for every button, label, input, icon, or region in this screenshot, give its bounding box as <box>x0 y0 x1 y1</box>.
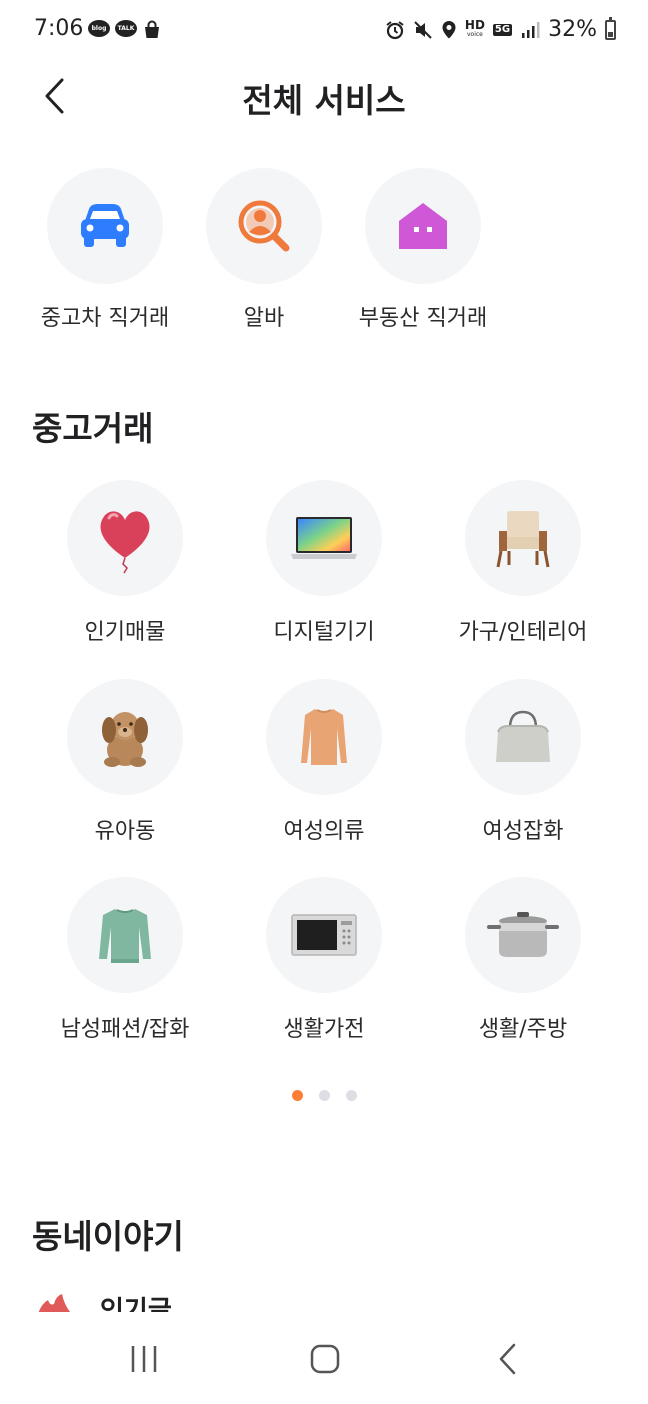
category-label: 여성잡화 <box>482 819 564 844</box>
home-button[interactable] <box>295 1342 355 1376</box>
category-circle <box>67 877 183 993</box>
mute-icon <box>414 20 432 39</box>
category-label: 디지털기기 <box>273 620 375 645</box>
laptop-icon <box>291 517 357 559</box>
system-nav-bar <box>0 1312 648 1404</box>
network-type: 5G <box>492 23 513 36</box>
car-icon <box>81 204 129 247</box>
category-circle <box>465 877 581 993</box>
shopping-bag-icon <box>145 20 159 38</box>
status-bar: 7:06 blog TALK HD voice 5G 32% <box>0 0 648 62</box>
service-real-estate[interactable]: 부동산 직거래 <box>333 168 513 332</box>
service-label: 알바 <box>243 306 285 331</box>
page-title: 전체 서비스 <box>242 81 406 120</box>
cooking-pot-icon <box>487 912 559 957</box>
page-dot-3[interactable] <box>345 1090 357 1101</box>
sweater-icon <box>301 709 347 765</box>
category-label: 생활/주방 <box>478 1017 568 1042</box>
category-label: 인기매물 <box>84 620 166 645</box>
category-digital[interactable]: 디지털기기 <box>224 480 424 646</box>
house-icon <box>399 203 447 249</box>
service-part-time-job[interactable]: 알바 <box>174 168 354 332</box>
category-circle <box>266 480 382 596</box>
blog-icon: blog <box>88 20 110 37</box>
category-furniture[interactable]: 가구/인테리어 <box>423 480 623 646</box>
service-circle <box>365 168 481 284</box>
category-womens-clothing[interactable]: 여성의류 <box>224 679 424 845</box>
heart-balloon-icon <box>100 511 150 574</box>
service-circle <box>206 168 322 284</box>
battery-icon <box>605 16 616 40</box>
flame-icon <box>38 1294 70 1312</box>
category-circle <box>465 679 581 795</box>
job-search-icon <box>238 200 290 252</box>
service-circle <box>47 168 163 284</box>
signal-icon <box>522 21 540 38</box>
category-label: 여성의류 <box>283 819 365 844</box>
status-time: 7:06 <box>34 16 84 41</box>
category-kitchen[interactable]: 생활/주방 <box>423 877 623 1043</box>
location-icon <box>442 20 456 38</box>
notification-icons: blog TALK <box>88 20 162 40</box>
home-icon <box>310 1344 340 1374</box>
hd-voice-icon: HD voice <box>464 17 485 38</box>
microwave-icon <box>291 914 357 956</box>
category-womens-accessories[interactable]: 여성잡화 <box>423 679 623 845</box>
system-back-button[interactable] <box>478 1342 538 1376</box>
category-label: 생활가전 <box>283 1017 365 1042</box>
back-icon <box>499 1343 516 1375</box>
category-circle <box>266 679 382 795</box>
page-dot-1[interactable] <box>291 1090 303 1101</box>
talk-icon: TALK <box>115 20 137 37</box>
battery-percent: 32% <box>548 17 597 42</box>
service-used-car[interactable]: 중고차 직거래 <box>15 168 195 332</box>
handbag-icon <box>496 710 550 762</box>
category-label: 유아동 <box>94 819 156 844</box>
recent-apps-button[interactable] <box>114 1342 174 1376</box>
service-label: 중고차 직거래 <box>40 306 170 331</box>
section-title-neighborhood: 동네이야기 <box>32 1217 184 1256</box>
alarm-icon <box>386 20 404 39</box>
category-mens-fashion[interactable]: 남성패션/잡화 <box>25 877 225 1043</box>
category-label: 가구/인테리어 <box>458 620 588 645</box>
category-popular[interactable]: 인기매물 <box>25 480 225 646</box>
armchair-icon <box>496 511 550 568</box>
category-circle <box>465 480 581 596</box>
page-dot-2[interactable] <box>318 1090 330 1101</box>
category-kids[interactable]: 유아동 <box>25 679 225 845</box>
category-home-appliances[interactable]: 생활가전 <box>224 877 424 1043</box>
status-right: HD voice 5G 32% <box>385 16 616 42</box>
category-circle <box>67 480 183 596</box>
teddy-dog-icon <box>102 712 148 767</box>
service-label: 부동산 직거래 <box>358 306 488 331</box>
mens-sweater-icon <box>99 909 151 963</box>
section-title-secondhand: 중고거래 <box>32 409 154 448</box>
recent-apps-icon <box>131 1346 157 1372</box>
category-circle <box>266 877 382 993</box>
pagination-dots <box>0 1090 648 1101</box>
neighborhood-item-label: 인기글 <box>100 1296 172 1312</box>
neighborhood-item-popular[interactable]: 인기글 <box>34 1290 334 1312</box>
category-label: 남성패션/잡화 <box>60 1017 190 1042</box>
header: 전체 서비스 <box>0 62 648 132</box>
category-circle <box>67 679 183 795</box>
